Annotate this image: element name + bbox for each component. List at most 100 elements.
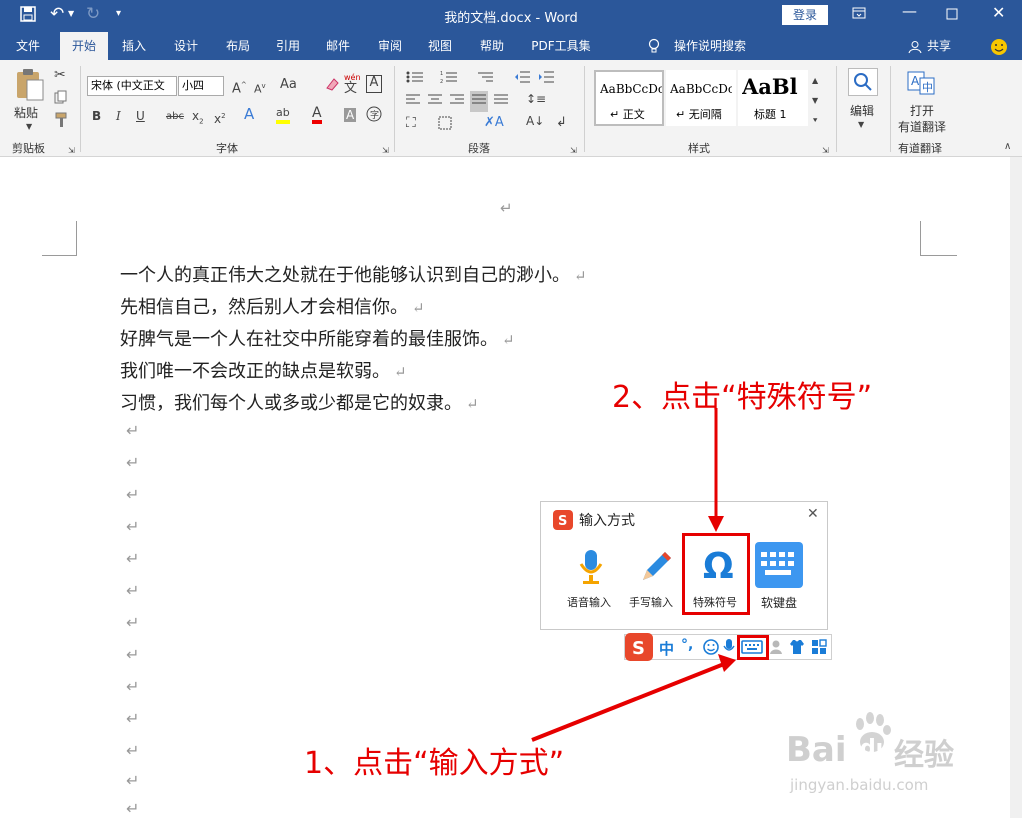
share-user-icon[interactable] — [906, 32, 924, 60]
sogou-logo-icon[interactable]: S — [625, 633, 653, 665]
lightbulb-icon[interactable] — [644, 32, 664, 60]
styles-scroll-up-icon[interactable]: ▲ — [812, 74, 818, 88]
character-border-icon[interactable]: A — [366, 75, 382, 93]
collapse-ribbon-icon[interactable]: ∧ — [1004, 140, 1011, 154]
bold-icon[interactable]: B — [92, 109, 101, 123]
tab-mailings[interactable]: 邮件 — [318, 32, 358, 60]
open-youdao-line2[interactable]: 有道翻译 — [898, 118, 946, 135]
grow-font-icon[interactable]: A^ — [232, 78, 247, 96]
paragraph-group-label: 段落 — [468, 142, 490, 155]
toolbox-icon[interactable] — [811, 639, 827, 659]
format-painter-icon[interactable] — [54, 112, 70, 131]
punctuation-toggle[interactable]: °, — [681, 637, 693, 653]
tab-view[interactable]: 视图 — [420, 32, 460, 60]
styles-more-icon[interactable]: ⯆ — [812, 114, 818, 128]
tab-pdf-tools[interactable]: PDF工具集 — [526, 32, 596, 60]
clear-formatting-icon[interactable] — [324, 76, 340, 95]
shrink-font-icon[interactable]: Av — [254, 79, 266, 97]
numbering-icon[interactable]: 12 — [440, 70, 458, 87]
justify-icon[interactable] — [470, 91, 488, 112]
tab-insert[interactable]: 插入 — [114, 32, 154, 60]
language-toggle[interactable]: 中 — [659, 638, 674, 659]
text-line[interactable]: 先相信自己，然后别人才会相信你。 ↵ — [120, 293, 425, 319]
text-line[interactable]: 习惯，我们每个人或多或少都是它的奴隶。 ↵ — [120, 389, 479, 415]
clipboard-launcher-icon[interactable]: ⇲ — [68, 144, 75, 158]
decrease-indent-icon[interactable] — [514, 70, 530, 87]
ribbon-display-icon[interactable] — [852, 6, 866, 24]
editing-dropdown-icon[interactable]: ▼ — [858, 118, 864, 132]
style-normal[interactable]: AaBbCcDc ↵ 正文 — [594, 70, 664, 126]
tell-me-search[interactable]: 操作说明搜索 — [670, 32, 750, 60]
paragraph-launcher-icon[interactable]: ⇲ — [570, 144, 577, 158]
skin-icon[interactable] — [789, 639, 805, 659]
line-spacing-icon[interactable]: ↕≡ — [526, 92, 546, 106]
text-effects-icon[interactable]: A — [244, 107, 254, 122]
soft-keyboard-button[interactable]: 软键盘 — [753, 540, 811, 620]
underline-icon[interactable]: U — [136, 109, 145, 123]
smiley-feedback-icon[interactable] — [988, 32, 1010, 60]
increase-indent-icon[interactable] — [538, 70, 554, 87]
italic-icon[interactable]: I — [116, 109, 121, 123]
style-heading-1[interactable]: AaBl 标题 1 — [738, 70, 808, 126]
sort-icon[interactable]: A↓ — [526, 114, 544, 128]
superscript-icon[interactable]: x2 — [214, 109, 226, 126]
open-youdao-line1[interactable]: 打开 — [910, 102, 934, 119]
cut-icon[interactable]: ✂ — [54, 68, 66, 82]
text-line[interactable]: 我们唯一不会改正的缺点是软弱。 ↵ — [120, 357, 407, 383]
shading-icon[interactable]: A — [344, 108, 357, 122]
maximize-icon[interactable] — [946, 6, 958, 24]
tab-layout[interactable]: 布局 — [218, 32, 258, 60]
handwriting-input-button[interactable]: 手写输入 — [627, 542, 683, 622]
empty-paragraph: ↵ — [126, 741, 140, 760]
change-case-button[interactable]: Aa — [280, 78, 297, 92]
distributed-icon[interactable] — [494, 94, 508, 109]
font-launcher-icon[interactable]: ⇲ — [382, 144, 389, 158]
borders-icon[interactable] — [438, 116, 452, 133]
show-marks-icon[interactable]: ↲ — [556, 116, 567, 130]
subscript-icon[interactable]: x2 — [192, 109, 204, 128]
highlight-icon[interactable]: ab — [276, 106, 290, 124]
styles-launcher-icon[interactable]: ⇲ — [822, 144, 829, 158]
bullets-icon[interactable] — [406, 70, 424, 87]
minimize-icon[interactable]: — — [902, 2, 917, 20]
text-line-content: 先相信自己，然后别人才会相信你。 — [120, 297, 408, 318]
voice-icon[interactable] — [723, 638, 735, 660]
tab-help[interactable]: 帮助 — [472, 32, 512, 60]
paste-label[interactable]: 粘贴 — [14, 104, 38, 121]
close-icon[interactable]: ✕ — [807, 506, 819, 522]
tab-review[interactable]: 审阅 — [370, 32, 410, 60]
styles-scroll-down-icon[interactable]: ▼ — [812, 94, 818, 108]
tab-references[interactable]: 引用 — [268, 32, 308, 60]
emoji-icon[interactable] — [703, 639, 719, 659]
enclose-character-icon[interactable]: 字 — [366, 106, 382, 125]
align-right-icon[interactable] — [450, 94, 464, 109]
shading-fill-icon[interactable]: ⛶ — [406, 116, 416, 130]
text-line[interactable]: 一个人的真正伟大之处就在于他能够认识到自己的渺小。 ↵ — [120, 261, 587, 287]
font-name-select[interactable]: 宋体 (中文正文 — [87, 76, 177, 96]
strikethrough-icon[interactable]: abc — [166, 110, 184, 124]
multilevel-list-icon[interactable] — [476, 70, 494, 87]
font-color-icon[interactable]: A — [312, 106, 322, 124]
paste-dropdown-icon[interactable]: ▼ — [26, 120, 32, 134]
find-icon[interactable] — [848, 68, 878, 96]
share-button[interactable]: 共享 — [924, 32, 954, 60]
align-left-icon[interactable] — [406, 94, 420, 109]
font-size-select[interactable]: 小四 — [178, 76, 224, 96]
text-line[interactable]: 好脾气是一个人在社交中所能穿着的最佳服饰。 ↵ — [120, 325, 515, 351]
vertical-scrollbar[interactable] — [1010, 157, 1022, 818]
paste-icon[interactable] — [14, 68, 46, 105]
translate-icon[interactable]: A中 — [906, 70, 936, 99]
copy-icon[interactable] — [54, 90, 68, 107]
style-no-spacing[interactable]: AaBbCcDc ↵ 无间隔 — [666, 70, 736, 126]
phonetic-guide-icon[interactable]: wén 文 — [344, 72, 361, 95]
tab-design[interactable]: 设计 — [166, 32, 206, 60]
align-center-icon[interactable] — [428, 94, 442, 109]
tab-home[interactable]: 开始 — [60, 32, 108, 60]
editing-button[interactable]: 编辑 — [850, 102, 874, 119]
close-window-icon[interactable]: ✕ — [992, 3, 1005, 22]
tab-file[interactable]: 文件 — [6, 32, 50, 60]
voice-input-button[interactable]: 语音输入 — [563, 542, 619, 622]
chinese-layout-icon[interactable]: ✗A — [484, 116, 504, 130]
login-button[interactable]: 登录 — [782, 5, 828, 25]
user-icon[interactable] — [769, 639, 785, 659]
